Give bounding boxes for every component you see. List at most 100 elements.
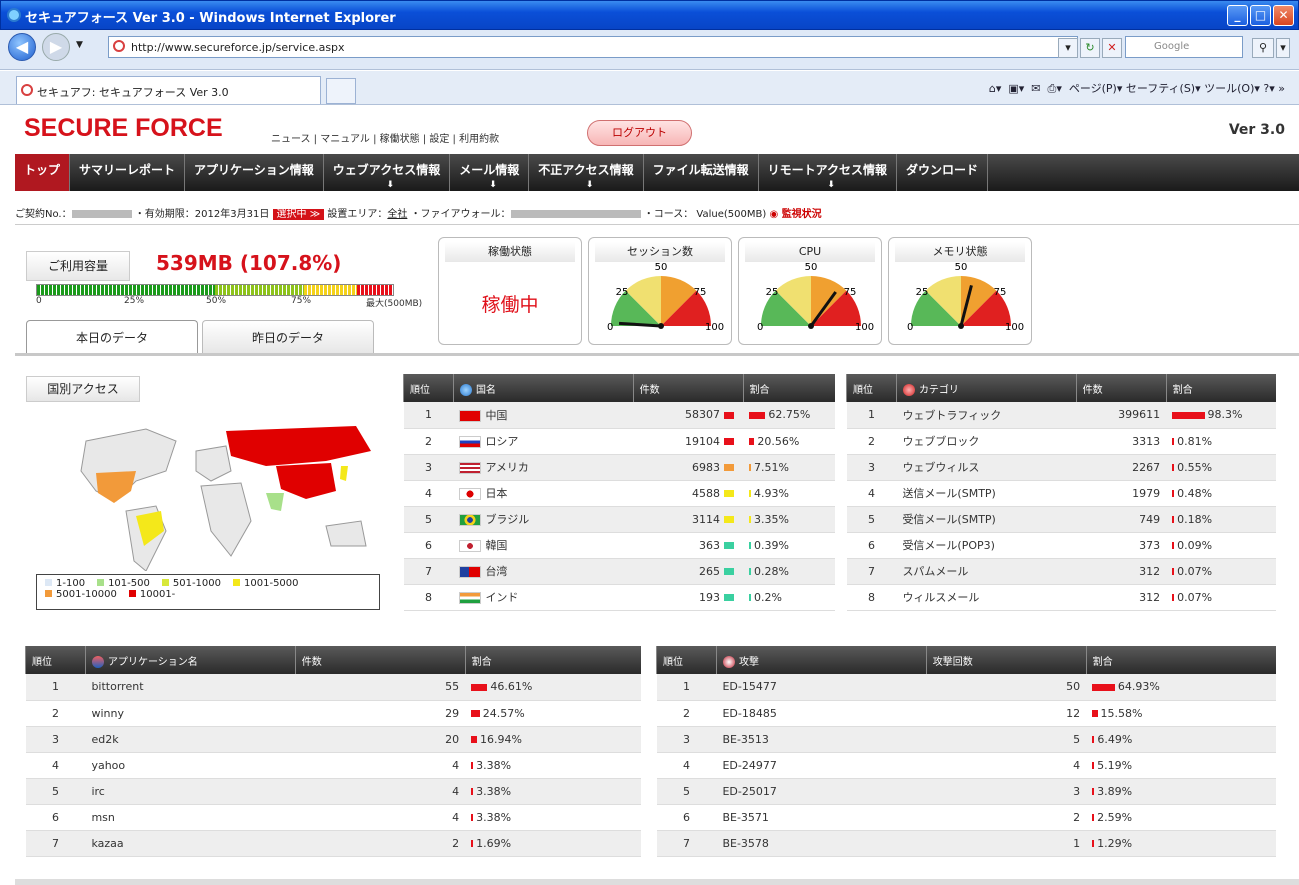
column-header[interactable]: 順位 (25, 646, 86, 674)
table-row[interactable]: 5 irc 4 3.38% (25, 778, 641, 805)
table-row[interactable]: 8 インド 193 0.2% (403, 584, 835, 611)
top-links[interactable]: ニュース | マニュアル | 稼働状態 | 設定 | 利用約款 (271, 130, 499, 145)
map-china (276, 463, 336, 499)
browser-tab[interactable]: セキュアフ: セキュアフォース Ver 3.0 (16, 76, 321, 104)
mail-icon[interactable]: ✉ (1031, 82, 1040, 95)
table-row[interactable]: 1 bittorrent 55 46.61% (25, 674, 641, 701)
usage-button[interactable]: ご利用容量 (26, 251, 130, 281)
more-icon[interactable]: » (1278, 82, 1285, 95)
table-row[interactable]: 7 kazaa 2 1.69% (25, 830, 641, 857)
table-row[interactable]: 6 韓国 363 0.39% (403, 532, 835, 559)
percent-label: 4.93% (754, 486, 789, 500)
column-header[interactable]: 順位 (846, 374, 897, 402)
table-row[interactable]: 6 BE-3571 2 2.59% (656, 804, 1276, 831)
close-button[interactable]: ✕ (1273, 5, 1294, 26)
column-header[interactable]: 件数 (632, 374, 744, 402)
table-row[interactable]: 8 ウィルスメール 312 0.07% (846, 584, 1276, 611)
table-row[interactable]: 3 BE-3513 5 6.49% (656, 726, 1276, 753)
map-europe (195, 445, 232, 482)
column-header[interactable]: 件数 (1075, 374, 1167, 402)
tab-yesterday[interactable]: 昨日のデータ (202, 320, 374, 354)
name-cell: bittorrent (85, 674, 296, 701)
table-row[interactable]: 2 ロシア 19104 20.56% (403, 428, 835, 455)
maximize-button[interactable]: □ (1250, 5, 1271, 26)
table-row[interactable]: 2 ED-18485 12 15.58% (656, 700, 1276, 727)
search-input[interactable]: Google (1125, 36, 1243, 58)
column-header[interactable]: 国名 (452, 374, 634, 402)
table-row[interactable]: 4 日本 4588 4.93% (403, 480, 835, 507)
column-header[interactable]: 順位 (403, 374, 454, 402)
table-row[interactable]: 4 yahoo 4 3.38% (25, 752, 641, 779)
selecting-badge[interactable]: 選択中 ≫ (272, 209, 325, 220)
table-row[interactable]: 2 winny 29 24.57% (25, 700, 641, 727)
column-header[interactable]: 割合 (742, 374, 835, 402)
column-header[interactable]: 順位 (656, 646, 717, 674)
column-header-label: カテゴリ (918, 384, 959, 396)
monitor-link[interactable]: ◉ 監視状況 (769, 209, 821, 220)
feeds-icon[interactable]: ▣▾ (1008, 82, 1024, 95)
table-row[interactable]: 1 中国 58307 62.75% (403, 402, 835, 429)
home-icon[interactable]: ⌂▾ (989, 82, 1002, 95)
nav-item[interactable]: アプリケーション情報 (185, 154, 324, 191)
column-header[interactable]: 攻撃回数 (925, 646, 1087, 674)
new-tab-button[interactable] (326, 78, 356, 104)
print-icon[interactable]: ⎙▾ (1048, 82, 1062, 95)
nav-item[interactable]: メール情報 ⬇ (450, 154, 530, 191)
forward-icon[interactable]: ▶ (42, 33, 70, 61)
table-row[interactable]: 5 ED-25017 3 3.89% (656, 778, 1276, 805)
column-header[interactable]: 攻撃 (715, 646, 927, 674)
table-row[interactable]: 7 台湾 265 0.28% (403, 558, 835, 585)
logout-button[interactable]: ログアウト (587, 120, 692, 146)
table-row[interactable]: 7 BE-3578 1 1.29% (656, 830, 1276, 857)
table-row[interactable]: 3 ed2k 20 16.94% (25, 726, 641, 753)
table-row[interactable]: 4 ED-24977 4 5.19% (656, 752, 1276, 779)
table-row[interactable]: 5 ブラジル 3114 3.35% (403, 506, 835, 533)
nav-item[interactable]: リモートアクセス情報 ⬇ (759, 154, 898, 191)
column-header[interactable]: 割合 (1165, 374, 1276, 402)
search-icon[interactable]: ⚲ (1252, 38, 1274, 58)
area-link[interactable]: 全社 (387, 209, 407, 220)
history-dropdown-icon[interactable]: ▼ (76, 40, 83, 50)
search-options-icon[interactable]: ▾ (1276, 38, 1290, 58)
logo[interactable]: SECURE FORCE (24, 114, 223, 143)
nav-item[interactable]: ダウンロード (897, 154, 989, 191)
world-map (80, 426, 371, 571)
minimize-button[interactable]: _ (1227, 5, 1248, 26)
table-row[interactable]: 5 受信メール(SMTP) 749 0.18% (846, 506, 1276, 533)
nav-item[interactable]: トップ (15, 154, 71, 191)
back-icon[interactable]: ◀ (8, 33, 36, 61)
nav-item[interactable]: サマリーレポート (70, 154, 186, 191)
nav-item[interactable]: ウェブアクセス情報 ⬇ (324, 154, 451, 191)
table-row[interactable]: 7 スパムメール 312 0.07% (846, 558, 1276, 585)
command-menus[interactable]: ページ(P)▾ セーフティ(S)▾ ツール(O)▾ (1069, 82, 1260, 95)
command-bar[interactable]: ⌂▾ ▣▾ ✉ ⎙▾ ページ(P)▾ セーフティ(S)▾ ツール(O)▾ ?▾ … (989, 80, 1285, 96)
tab-today[interactable]: 本日のデータ (26, 320, 198, 354)
help-icon[interactable]: ?▾ (1263, 82, 1274, 95)
column-header[interactable]: 割合 (1085, 646, 1276, 674)
refresh-icon[interactable]: ↻ (1080, 38, 1100, 58)
column-header[interactable]: 件数 (294, 646, 466, 674)
table-row[interactable]: 6 受信メール(POP3) 373 0.09% (846, 532, 1276, 559)
column-header[interactable]: アプリケーション名 (84, 646, 296, 674)
country-access-button[interactable]: 国別アクセス (26, 376, 140, 402)
percent-bar (1172, 438, 1175, 445)
url-input[interactable]: http://www.secureforce.jp/service.aspx (108, 36, 1078, 58)
table-row[interactable]: 4 送信メール(SMTP) 1979 0.48% (846, 480, 1276, 507)
column-header[interactable]: カテゴリ (895, 374, 1077, 402)
nav-item[interactable]: 不正アクセス情報 ⬇ (529, 154, 644, 191)
nav-item[interactable]: ファイル転送情報 (644, 154, 759, 191)
column-header[interactable]: 割合 (464, 646, 641, 674)
table-row[interactable]: 1 ウェブトラフィック 399611 98.3% (846, 402, 1276, 429)
rank-cell: 2 (846, 428, 897, 455)
stop-icon[interactable]: ✕ (1102, 38, 1122, 58)
table-row[interactable]: 6 msn 4 3.38% (25, 804, 641, 831)
table-row[interactable]: 2 ウェブブロック 3313 0.81% (846, 428, 1276, 455)
rank-cell: 3 (403, 454, 454, 481)
table-row[interactable]: 3 ウェブウィルス 2267 0.55% (846, 454, 1276, 481)
table-row[interactable]: 1 ED-15477 50 64.93% (656, 674, 1276, 701)
url-dropdown-icon[interactable]: ▾ (1058, 38, 1078, 58)
cpu-gauge: 0 25 50 75 100 (757, 262, 874, 333)
table-row[interactable]: 3 アメリカ 6983 7.51% (403, 454, 835, 481)
rank-cell: 7 (656, 830, 717, 857)
rank-cell: 3 (846, 454, 897, 481)
